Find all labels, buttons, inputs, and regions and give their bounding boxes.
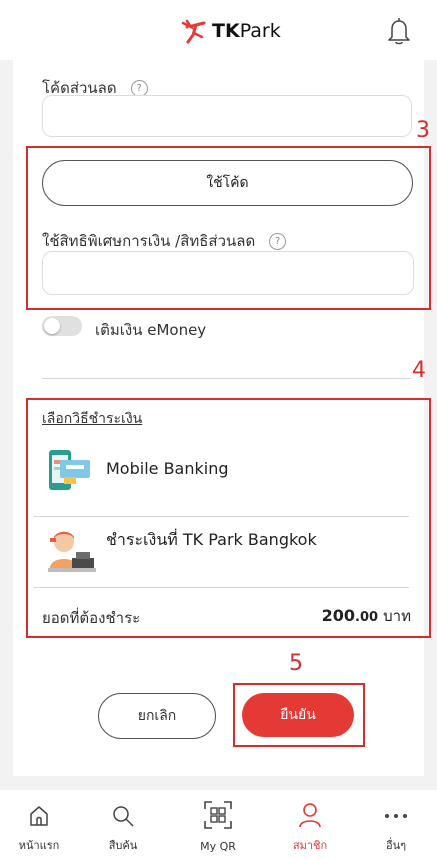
home-icon [30, 806, 48, 826]
total-label: ยอดที่ต้องชำระ [42, 609, 141, 627]
annotation-number-5: 5 [289, 651, 303, 676]
total-amount-decimals: .00 [355, 610, 379, 625]
nav-item-more[interactable]: อื่นๆ [361, 790, 431, 859]
qr-icon [204, 801, 232, 829]
total-amount-unit: บาท [383, 607, 411, 625]
nav-item-my-qr[interactable]: My QR [183, 790, 253, 859]
payment-method-label: Mobile Banking [106, 459, 229, 478]
privilege-label-row: ใช้สิทธิพิเศษการเงิน /สิทธิส่วนลด? [42, 229, 287, 253]
nav-label: อื่นๆ [385, 839, 407, 852]
app-header: TK Park [0, 0, 437, 61]
privilege-label: ใช้สิทธิพิเศษการเงิน /สิทธิส่วนลด [42, 232, 256, 250]
toggle-knob [44, 318, 60, 334]
divider [42, 378, 411, 379]
help-icon[interactable]: ? [269, 233, 287, 250]
total-amount-value: 200 [321, 606, 356, 625]
nav-item-home[interactable]: หน้าแรก [4, 790, 74, 859]
total-amount: 200.00 บาท [322, 604, 411, 628]
cancel-button[interactable]: ยกเลิก [98, 693, 216, 739]
nav-label: หน้าแรก [18, 839, 60, 852]
divider [34, 516, 409, 517]
nav-label: My QR [200, 840, 236, 853]
search-icon [113, 806, 134, 827]
emoney-label: เติมเงิน eMoney [95, 321, 207, 339]
logo-park-text: Park [239, 20, 281, 42]
annotation-number-3: 3 [416, 118, 430, 143]
bottom-nav: หน้าแรก สืบค้น My QR สมาชิก อื่นๆ [0, 790, 437, 859]
divider [34, 587, 409, 588]
nav-item-search[interactable]: สืบค้น [88, 790, 158, 859]
emoney-toggle[interactable] [42, 316, 82, 336]
cashier-icon [48, 531, 96, 572]
confirm-button[interactable]: ยืนยัน [242, 693, 354, 737]
nav-label: สืบค้น [108, 839, 138, 852]
discount-code-input[interactable] [42, 95, 412, 137]
page-gutter-bottom [0, 776, 437, 790]
nav-label: สมาชิก [292, 839, 328, 852]
privilege-input[interactable] [42, 251, 414, 295]
use-code-button[interactable]: ใช้โค้ด [42, 160, 413, 206]
annotation-box-4 [26, 398, 431, 638]
member-icon [299, 803, 321, 828]
nav-item-member[interactable]: สมาชิก [275, 790, 345, 859]
payment-method-title: เลือกวิธีชำระเงิน [42, 411, 143, 427]
logo-tk-text: TK [212, 20, 240, 42]
mobile-banking-icon [49, 450, 90, 490]
bell-icon[interactable] [386, 16, 412, 46]
annotation-number-4: 4 [412, 358, 426, 383]
page-gutter-left [0, 60, 13, 776]
payment-method-label: ชำระเงินที่ TK Park Bangkok [106, 530, 317, 549]
tkpark-logo-icon [181, 19, 206, 44]
tkpark-logo[interactable]: TK Park [180, 16, 281, 46]
more-icon [385, 814, 407, 818]
